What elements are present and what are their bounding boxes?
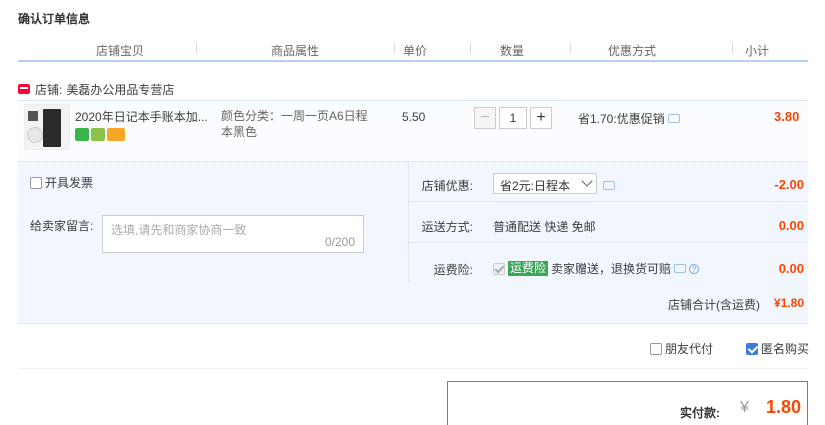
chevron-down-icon (581, 175, 593, 187)
shop-label: 店铺: (35, 82, 63, 97)
shipping-row: 运送方式: 0.00 (408, 203, 808, 243)
insurance-checkbox (493, 262, 505, 275)
payment-currency: ¥ (740, 399, 749, 416)
header-discount: 优惠方式 (608, 44, 657, 58)
friend-pay-checkbox[interactable]: 朋友代付 (650, 340, 713, 357)
friend-pay-label: 朋友代付 (665, 342, 714, 356)
insurance-chat-icon[interactable] (674, 264, 687, 273)
quantity-decrease-button[interactable]: − (474, 107, 496, 129)
order-table-header: 店铺宝贝 商品属性 单价 数量 优惠方式 小计 (18, 36, 808, 62)
shop-total-row: 店铺合计(含运费) ¥1.80 (18, 284, 808, 324)
shop-total-value: ¥1.80 (773, 296, 804, 310)
seven-day-return-icon[interactable] (75, 128, 89, 141)
shop-row: 店铺: 美磊办公用品专营店 (18, 80, 174, 98)
payment-summary: 实付款: ¥ 1.80 (447, 381, 808, 425)
chat-bubble-icon[interactable] (667, 114, 680, 123)
item-subtotal: 3.80 (774, 109, 800, 124)
page-title: 确认订单信息 (18, 12, 91, 26)
insurance-detail: 运费险 卖家赠送，退换货可赔 ? (493, 260, 700, 277)
quantity-stepper: − 1 + (474, 107, 552, 129)
item-discount: 省1.70:优惠促销 (578, 110, 680, 127)
shipping-value: 0.00 (778, 218, 804, 233)
message-placeholder: 选填,请先和商家协商一致 (111, 223, 247, 237)
discount-text: 省1.70:优惠促销 (578, 112, 665, 126)
insurance-value: 0.00 (778, 261, 804, 276)
quantity-input[interactable]: 1 (499, 107, 527, 129)
shop-coupon-select[interactable]: 省2元:日程本 (493, 173, 597, 194)
payment-amount: 1.80 (765, 397, 801, 417)
friend-pay-checkbox-box[interactable] (650, 342, 662, 355)
message-textarea[interactable]: 选填,请先和商家协商一致 0/200 (102, 215, 364, 253)
invoice-label: 开具发票 (45, 176, 94, 190)
shipping-label: 运送方式: (421, 220, 473, 234)
quantity-increase-button[interactable]: + (530, 107, 552, 129)
insurance-text: 卖家赠送，退换货可赔 (551, 262, 672, 276)
header-quantity: 数量 (500, 44, 525, 58)
product-name-link[interactable]: 2020年日记本手账本加... (75, 108, 208, 125)
shipping-method: 普通配送 快递 免邮 (493, 220, 596, 234)
shop-total-label: 店铺合计(含运费) (668, 298, 760, 312)
credit-card-icon[interactable] (107, 128, 125, 141)
header-item: 店铺宝贝 (96, 44, 145, 58)
payment-label: 实付款: (680, 406, 720, 420)
shop-coupon-label: 店铺优惠: (421, 179, 473, 193)
unit-price: 5.50 (402, 110, 426, 124)
coupon-chat-icon[interactable] (603, 181, 615, 190)
invoice-checkbox-box[interactable] (30, 176, 42, 189)
tmall-icon (18, 84, 30, 94)
header-property: 商品属性 (271, 44, 320, 58)
message-char-count: 0/200 (324, 235, 355, 249)
header-subtotal: 小计 (745, 44, 770, 58)
message-label: 给卖家留言: (30, 219, 94, 233)
anonymous-label: 匿名购买 (761, 342, 810, 356)
insurance-label: 运费险: (433, 263, 473, 277)
product-thumbnail[interactable] (24, 104, 70, 150)
shop-coupon-selected: 省2元:日程本 (500, 179, 571, 193)
help-icon[interactable]: ? (689, 263, 700, 274)
insurance-tag: 运费险 (508, 261, 549, 276)
anonymous-checkbox-box[interactable] (746, 342, 758, 355)
shop-name-link[interactable]: 美磊办公用品专营店 (66, 81, 174, 98)
service-badges (75, 128, 125, 141)
product-property: 颜色分类：一周一页A6日程本黑色 (221, 109, 368, 139)
guarantee-icon[interactable] (91, 128, 105, 141)
invoice-checkbox[interactable]: 开具发票 (30, 174, 93, 191)
anonymous-checkbox[interactable]: 匿名购买 (746, 340, 809, 357)
header-price: 单价 (403, 44, 428, 58)
shop-coupon-value: -2.00 (774, 177, 804, 192)
